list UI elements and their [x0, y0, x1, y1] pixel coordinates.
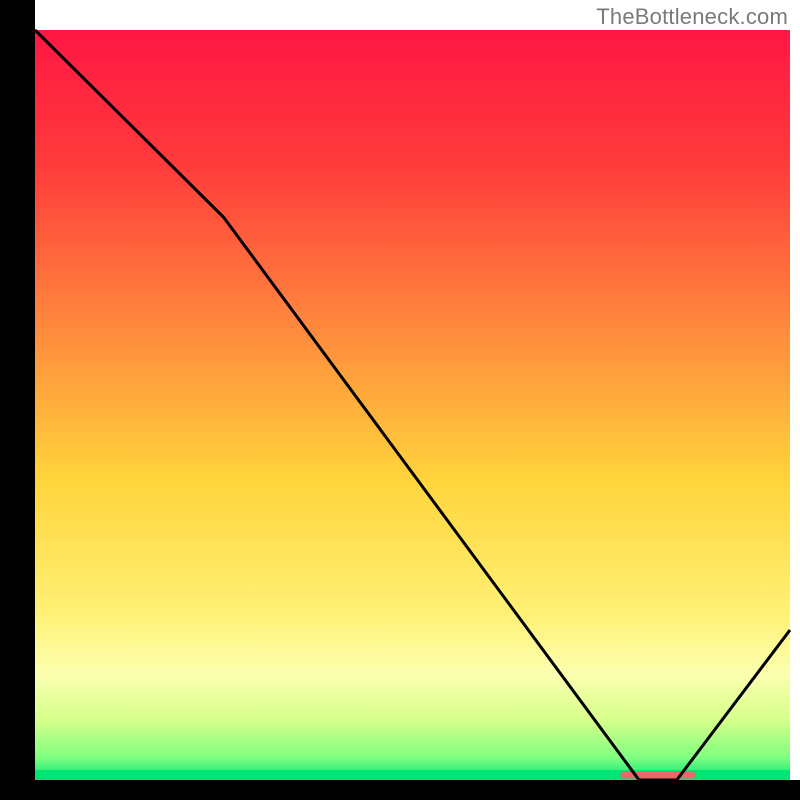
x-axis: [0, 780, 800, 800]
watermark-label: TheBottleneck.com: [596, 4, 788, 30]
y-axis: [0, 0, 35, 800]
chart-stage: TheBottleneck.com: [0, 0, 800, 800]
chart-svg: [0, 0, 800, 800]
